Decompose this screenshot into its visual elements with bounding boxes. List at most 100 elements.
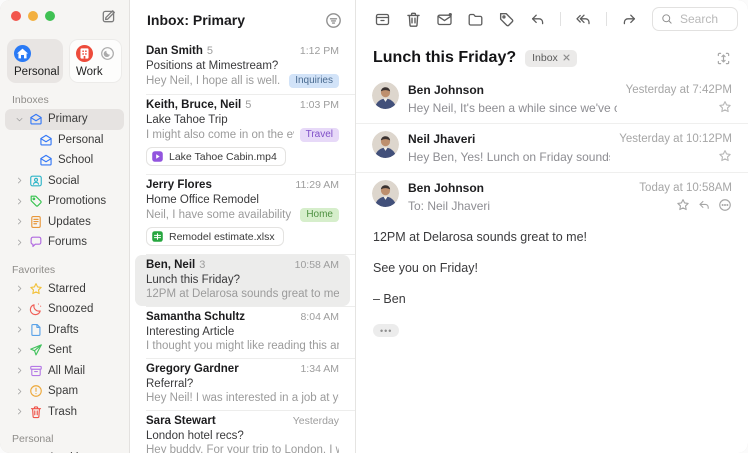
sidebar-item-school[interactable]: School xyxy=(5,150,124,171)
list-item-lake-tahoe-trip[interactable]: Keith, Bruce, Neil 5 1:03 PM Lake Tahoe Tri… xyxy=(135,95,350,174)
close-button[interactable] xyxy=(11,11,21,21)
list-item-lunch-this-friday[interactable]: Ben, Neil 3 10:58 AM Lunch this Friday? 12PM… xyxy=(135,255,350,306)
reply-icon[interactable] xyxy=(529,11,546,28)
message-collapsed[interactable]: Ben Johnson Hey Neil, It's been a while s… xyxy=(356,75,748,124)
sidebar-item-forums[interactable]: Forums xyxy=(5,232,124,253)
list-item-referral[interactable]: Gregory Gardner 1:34 AM Referral? Hey Neil!… xyxy=(135,359,350,410)
message-collapsed[interactable]: Neil Jhaveri Hey Ben, Yes! Lunch on Frida… xyxy=(356,124,748,173)
thread-count: 3 xyxy=(199,259,206,271)
chevron-right-icon[interactable] xyxy=(15,284,24,293)
account-tab-personal[interactable]: Personal xyxy=(7,39,63,83)
quoted-text-toggle[interactable]: ••• xyxy=(373,324,400,338)
sidebar-item-updates[interactable]: Updates xyxy=(5,212,124,233)
sidebar-item-awaiting[interactable]: Awaiting xyxy=(5,448,124,453)
attachment-name: Lake Tahoe Cabin.mp4 xyxy=(169,150,277,163)
remove-label-icon[interactable] xyxy=(563,54,570,61)
sidebar-item-starred[interactable]: Starred xyxy=(5,279,124,300)
filter-icon[interactable] xyxy=(325,12,342,29)
chevron-right-icon[interactable] xyxy=(15,346,24,355)
email-subject: Lunch this Friday? xyxy=(146,273,240,286)
chevron-right-icon[interactable] xyxy=(15,387,24,396)
forward-icon[interactable] xyxy=(621,11,638,28)
reading-pane: Lunch this Friday? Inbox Ben Johnson Hey … xyxy=(356,0,748,453)
list-item-interesting-article[interactable]: Samantha Schultz 8:04 AM Interesting Artic… xyxy=(135,307,350,358)
chevron-right-icon[interactable] xyxy=(15,325,24,334)
snooze-moon-icon xyxy=(100,46,115,61)
reply-all-icon[interactable] xyxy=(575,11,592,28)
reply-icon[interactable] xyxy=(697,198,711,212)
envelope-icon xyxy=(29,112,43,126)
chevron-right-icon[interactable] xyxy=(15,197,24,206)
email-time: 1:03 PM xyxy=(299,99,339,111)
list-item-positions-at-mimestream[interactable]: Dan Smith 5 1:12 PM Positions at Mimestream… xyxy=(135,41,350,94)
sidebar-item-spam[interactable]: Spam xyxy=(5,381,124,402)
trash-icon[interactable] xyxy=(405,11,422,28)
star-icon[interactable] xyxy=(676,198,690,212)
file-sheet-icon xyxy=(151,230,164,243)
star-icon[interactable] xyxy=(718,100,732,114)
sidebar-item-trash[interactable]: Trash xyxy=(5,402,124,423)
attachment-chip[interactable]: Remodel estimate.xlsx xyxy=(146,227,284,246)
attachment-chip[interactable]: Lake Tahoe Cabin.mp4 xyxy=(146,147,286,166)
message-sender: Neil Jhaveri xyxy=(408,132,476,146)
label-chip-inquiries: Inquiries xyxy=(289,74,339,88)
email-subject: Lake Tahoe Trip xyxy=(146,113,228,126)
sidebar-item-label: Sent xyxy=(48,344,72,357)
compose-icon[interactable] xyxy=(101,8,117,24)
sidebar-item-snoozed[interactable]: Snoozed xyxy=(5,299,124,320)
more-options-icon[interactable] xyxy=(718,198,732,212)
mark-unread-icon[interactable] xyxy=(436,11,453,28)
minimize-button[interactable] xyxy=(28,11,38,21)
sidebar-item-promotions[interactable]: Promotions xyxy=(5,191,124,212)
chevron-right-icon[interactable] xyxy=(15,407,24,416)
search-input[interactable] xyxy=(678,11,729,27)
sidebar-item-primary[interactable]: Primary xyxy=(5,109,124,130)
list-item-london-hotel-recs[interactable]: Sara Stewart Yesterday London hotel recs? H… xyxy=(135,411,350,453)
search-box xyxy=(652,7,738,31)
label-chip-travel: Travel xyxy=(299,128,339,142)
chevron-right-icon[interactable] xyxy=(15,176,24,185)
file-video-icon xyxy=(151,150,164,163)
sidebar-item-label: Spam xyxy=(48,385,79,398)
body-paragraph: – Ben xyxy=(373,291,406,306)
avatar xyxy=(372,131,399,158)
account-tab-label: Work xyxy=(76,66,103,78)
email-subject: Interesting Article xyxy=(146,325,235,338)
chevron-down-icon[interactable] xyxy=(15,115,24,124)
archive-icon[interactable] xyxy=(374,11,391,28)
thread-label-chip[interactable]: Inbox xyxy=(525,49,577,67)
chevron-right-icon[interactable] xyxy=(15,238,24,247)
star-icon[interactable] xyxy=(718,149,732,163)
message-date: Yesterday at 7:42PM xyxy=(625,84,732,96)
chevron-right-icon[interactable] xyxy=(15,366,24,375)
email-preview: Neil, I have some availability next... xyxy=(146,209,294,221)
sidebar-item-label: Primary xyxy=(48,113,88,126)
sidebar-item-sent[interactable]: Sent xyxy=(5,340,124,361)
chevron-right-icon[interactable] xyxy=(15,305,24,314)
sidebar: Personal Work Inboxes Primary Personal Schoo… xyxy=(0,0,130,453)
sidebar-item-social[interactable]: Social xyxy=(5,171,124,192)
envelope-icon xyxy=(39,153,53,167)
archive-box-icon xyxy=(29,364,43,378)
folder-icon[interactable] xyxy=(467,11,484,28)
message-expanded: Ben Johnson To: Neil Jhaveri Today at 10:5… xyxy=(356,173,748,221)
account-switcher: Personal Work xyxy=(0,32,129,83)
list-item-home-office-remodel[interactable]: Jerry Flores 11:29 AM Home Office Remodel N… xyxy=(135,175,350,254)
tag-icon[interactable] xyxy=(498,11,515,28)
expand-thread-icon[interactable] xyxy=(716,51,731,66)
email-preview: Hey Neil! I was interested in a job at y… xyxy=(146,392,339,404)
thread-label-text: Inbox xyxy=(532,51,558,64)
sidebar-item-drafts[interactable]: Drafts xyxy=(5,320,124,341)
list-title: Inbox: Primary xyxy=(147,12,246,28)
sidebar-item-personal[interactable]: Personal xyxy=(5,130,124,151)
sidebar-item-label: Updates xyxy=(48,215,91,228)
alert-circle-icon xyxy=(29,384,43,398)
account-tab-work[interactable]: Work xyxy=(69,39,122,83)
sidebar-item-all-mail[interactable]: All Mail xyxy=(5,361,124,382)
body-paragraph: See you on Friday! xyxy=(373,260,478,275)
app-window: Personal Work Inboxes Primary Personal Schoo… xyxy=(0,0,748,453)
chevron-right-icon[interactable] xyxy=(15,217,24,226)
moon-icon xyxy=(29,302,43,316)
zoom-button[interactable] xyxy=(45,11,55,21)
